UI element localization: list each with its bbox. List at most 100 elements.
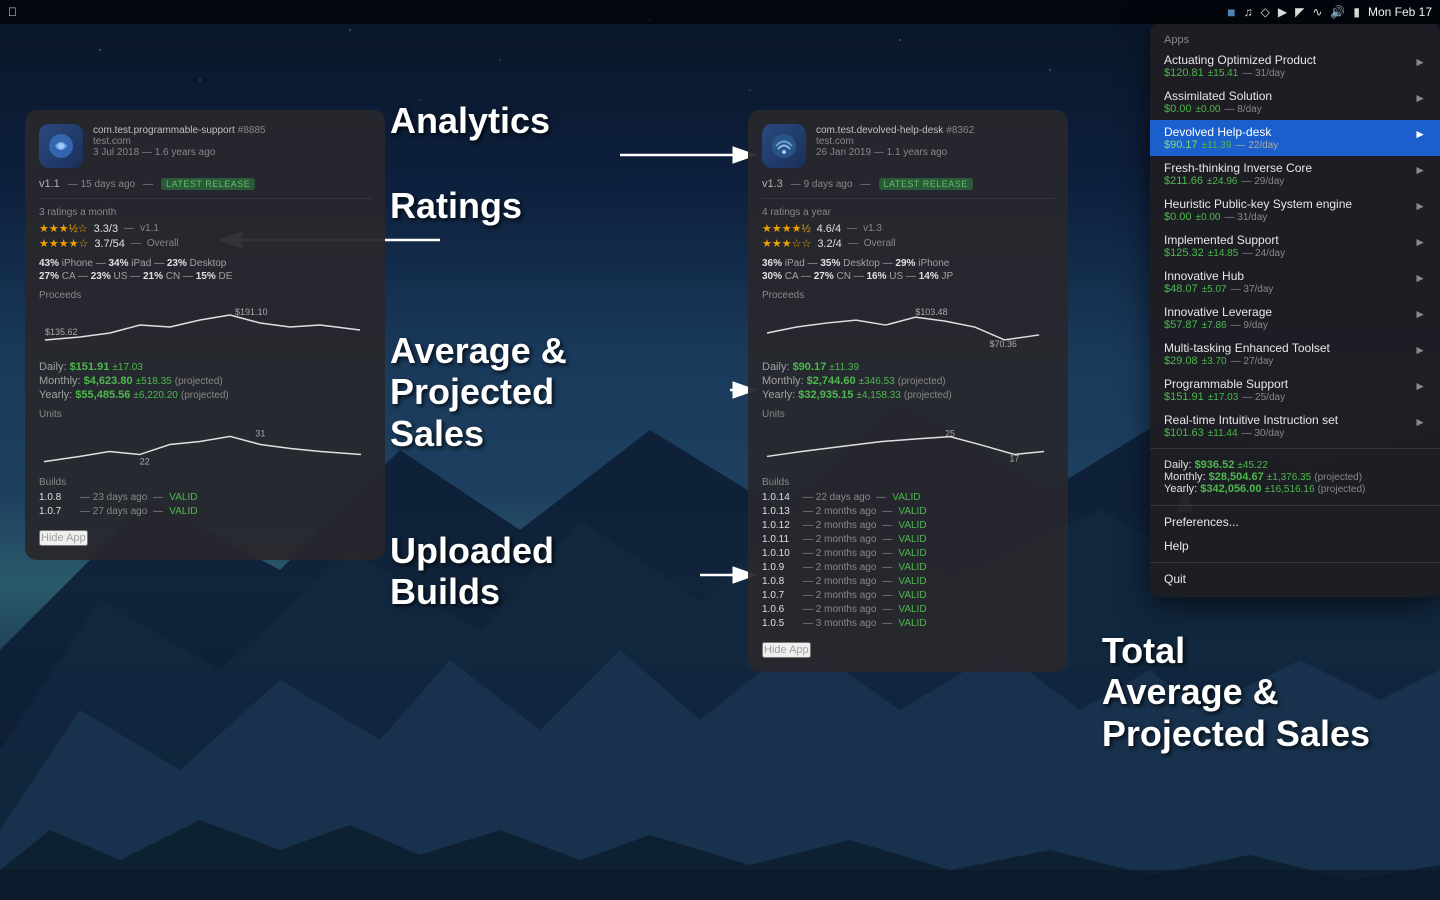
total-monthly: Monthly: $28,504.67 ±1,376.35 (projected… [1164, 471, 1426, 483]
dropdown-item-3[interactable]: Fresh-thinking Inverse Core $211.66 ±24.… [1150, 156, 1440, 192]
app2-bundle: com.test.devolved-help-desk #8362 [816, 124, 1054, 136]
apple-menu:  [8, 5, 17, 19]
app2-build3: 1.0.12 — 2 months ago — VALID [762, 520, 1054, 531]
dropdown-item-10[interactable]: Real-time Intuitive Instruction set $101… [1150, 408, 1440, 444]
app2-info: com.test.devolved-help-desk #8362 test.c… [816, 124, 1054, 158]
battery-icon: ▮ [1353, 5, 1360, 19]
dropdown-item-2[interactable]: Devolved Help-desk $90.17 ±11.39 — 22/da… [1150, 120, 1440, 156]
dropdown-item-2-arrow: ► [1414, 127, 1426, 141]
dropdown-item-4-arrow: ► [1414, 199, 1426, 213]
dropdown-item-1[interactable]: Assimilated Solution $0.00 ±0.00 — 8/day… [1150, 84, 1440, 120]
dropdown-item-4[interactable]: Heuristic Public-key System engine $0.00… [1150, 192, 1440, 228]
dropdown-divider-1 [1150, 448, 1440, 449]
dropdown-item-5-content: Implemented Support $125.32 ±14.85 — 24/… [1164, 233, 1414, 259]
app2-build7: 1.0.8 — 2 months ago — VALID [762, 576, 1054, 587]
app1-builds: Builds 1.0.8 — 23 days ago — VALID 1.0.7… [39, 477, 371, 517]
dropdown-item-5-price: $125.32 ±14.85 — 24/day [1164, 247, 1414, 259]
dropdown-item-7-arrow: ► [1414, 307, 1426, 321]
app1-proceeds-chart: $191.10 $135.62 [39, 305, 371, 355]
dropdown-item-0-arrow: ► [1414, 55, 1426, 69]
app1-url: test.com [93, 136, 371, 147]
app2-ratings-period: 4 ratings a year [762, 207, 1054, 218]
dropdown-item-8-price: $29.08 ±3.70 — 27/day [1164, 355, 1414, 367]
app1-version-row: v1.1 — 15 days ago — LATEST RELEASE [39, 178, 371, 199]
dropdown-item-8-name: Multi-tasking Enhanced Toolset [1164, 341, 1414, 355]
dropdown-item-0-price: $120.81 ±15.41 — 31/day [1164, 67, 1414, 79]
app2-platform-row1: 36% iPad — 35% Desktop — 29% iPhone [762, 258, 1054, 269]
app1-score1: 3.3/3 [94, 223, 118, 235]
app1-build1: 1.0.8 — 23 days ago — VALID [39, 492, 371, 503]
app2-overall-label: Overall [864, 238, 896, 249]
app2-platforms: 36% iPad — 35% Desktop — 29% iPhone 30% … [762, 258, 1054, 282]
app2-version: v1.3 [762, 178, 783, 190]
dropdown-item-7[interactable]: Innovative Leverage $57.87 ±7.86 — 9/day… [1150, 300, 1440, 336]
app2-proceeds-label: Proceeds [762, 290, 1054, 301]
app1-info: com.test.programmable-support #8885 test… [93, 124, 371, 158]
dropdown-item-9-name: Programmable Support [1164, 377, 1414, 391]
svg-text:22: 22 [140, 457, 150, 467]
app1-icon [39, 124, 83, 168]
dropdown-item-8-content: Multi-tasking Enhanced Toolset $29.08 ±3… [1164, 341, 1414, 367]
dropdown-item-5-arrow: ► [1414, 235, 1426, 249]
app2-builds: Builds 1.0.14 — 22 days ago — VALID 1.0.… [762, 477, 1054, 629]
dropdown-item-5[interactable]: Implemented Support $125.32 ±14.85 — 24/… [1150, 228, 1440, 264]
volume-icon: 🔊 [1330, 5, 1345, 19]
app2-units-chart: 25 17 [762, 424, 1054, 469]
dropdown-item-8[interactable]: Multi-tasking Enhanced Toolset $29.08 ±3… [1150, 336, 1440, 372]
app2-days-ago: — 9 days ago [791, 179, 853, 190]
app2-version-label: v1.3 [863, 223, 882, 234]
app2-header: com.test.devolved-help-desk #8362 test.c… [762, 124, 1054, 168]
app-menu-icon[interactable]: ■ [1227, 4, 1235, 20]
dropdown-preferences[interactable]: Preferences... [1150, 510, 1440, 534]
dropdown-item-0[interactable]: Actuating Optimized Product $120.81 ±15.… [1150, 48, 1440, 84]
dropdown-item-2-content: Devolved Help-desk $90.17 ±11.39 — 22/da… [1164, 125, 1414, 151]
app2-build10: 1.0.5 — 3 months ago — VALID [762, 618, 1054, 629]
dropdown-item-6-arrow: ► [1414, 271, 1426, 285]
app2-score2: 3.2/4 [817, 238, 841, 250]
dropdown-quit[interactable]: Quit [1150, 567, 1440, 591]
hdutil-icon: ▶ [1278, 5, 1287, 19]
dropdown-item-7-content: Innovative Leverage $57.87 ±7.86 — 9/day [1164, 305, 1414, 331]
dropdown-divider-3 [1150, 562, 1440, 563]
dropdown-item-9[interactable]: Programmable Support $151.91 ±17.03 — 25… [1150, 372, 1440, 408]
app1-build2: 1.0.7 — 27 days ago — VALID [39, 506, 371, 517]
svg-text:$103.48: $103.48 [915, 307, 947, 317]
app1-ratings-period: 3 ratings a month [39, 207, 371, 218]
dropbox-icon: ◇ [1261, 5, 1270, 19]
music-icon: ♫ [1244, 5, 1253, 19]
dropdown-item-3-arrow: ► [1414, 163, 1426, 177]
app1-bundle: com.test.programmable-support #8885 [93, 124, 371, 136]
svg-text:$135.62: $135.62 [45, 327, 78, 337]
dropdown-item-4-price: $0.00 ±0.00 — 31/day [1164, 211, 1414, 223]
dropdown-item-0-name: Actuating Optimized Product [1164, 53, 1414, 67]
app2-hide-btn[interactable]: Hide App [762, 642, 811, 658]
app1-header: com.test.programmable-support #8885 test… [39, 124, 371, 168]
app1-hide-btn[interactable]: Hide App [39, 530, 88, 546]
app1-stars1: ★★★½☆ [39, 222, 88, 235]
app1-geo-row: 27% CA — 23% US — 21% CN — 15% DE [39, 271, 371, 282]
svg-text:$70.36: $70.36 [990, 339, 1017, 349]
app2-stars1: ★★★★½ [762, 222, 811, 235]
dropdown-item-2-price: $90.17 ±11.39 — 22/day [1164, 139, 1414, 151]
dropdown-item-10-name: Real-time Intuitive Instruction set [1164, 413, 1414, 427]
app1-dash: — [143, 179, 153, 190]
dropdown-item-0-content: Actuating Optimized Product $120.81 ±15.… [1164, 53, 1414, 79]
app1-units-chart: 31 22 [39, 424, 371, 469]
app-card-2: com.test.devolved-help-desk #8362 test.c… [748, 110, 1068, 672]
app1-rating2: ★★★★☆ 3.7/54 — Overall [39, 237, 371, 250]
app2-stars2: ★★★☆☆ [762, 237, 811, 250]
svg-text:31: 31 [255, 428, 265, 438]
dropdown-item-9-content: Programmable Support $151.91 ±17.03 — 25… [1164, 377, 1414, 403]
dropdown-item-2-name: Devolved Help-desk [1164, 125, 1414, 139]
dropdown-item-10-price: $101.63 ±11.44 — 30/day [1164, 427, 1414, 439]
app2-score1: 4.6/4 [817, 223, 841, 235]
app2-rating1: ★★★★½ 4.6/4 — v1.3 [762, 222, 1054, 235]
app2-build6: 1.0.9 — 2 months ago — VALID [762, 562, 1054, 573]
app1-score2: 3.7/54 [94, 238, 125, 250]
app2-build5: 1.0.10 — 2 months ago — VALID [762, 548, 1054, 559]
dropdown-help[interactable]: Help [1150, 534, 1440, 558]
dropdown-item-6[interactable]: Innovative Hub $48.07 ±5.07 — 37/day ► [1150, 264, 1440, 300]
app1-date: 3 Jul 2018 — 1.6 years ago [93, 147, 371, 158]
app2-version-row: v1.3 — 9 days ago — LATEST RELEASE [762, 178, 1054, 199]
app2-builds-label: Builds [762, 477, 1054, 488]
